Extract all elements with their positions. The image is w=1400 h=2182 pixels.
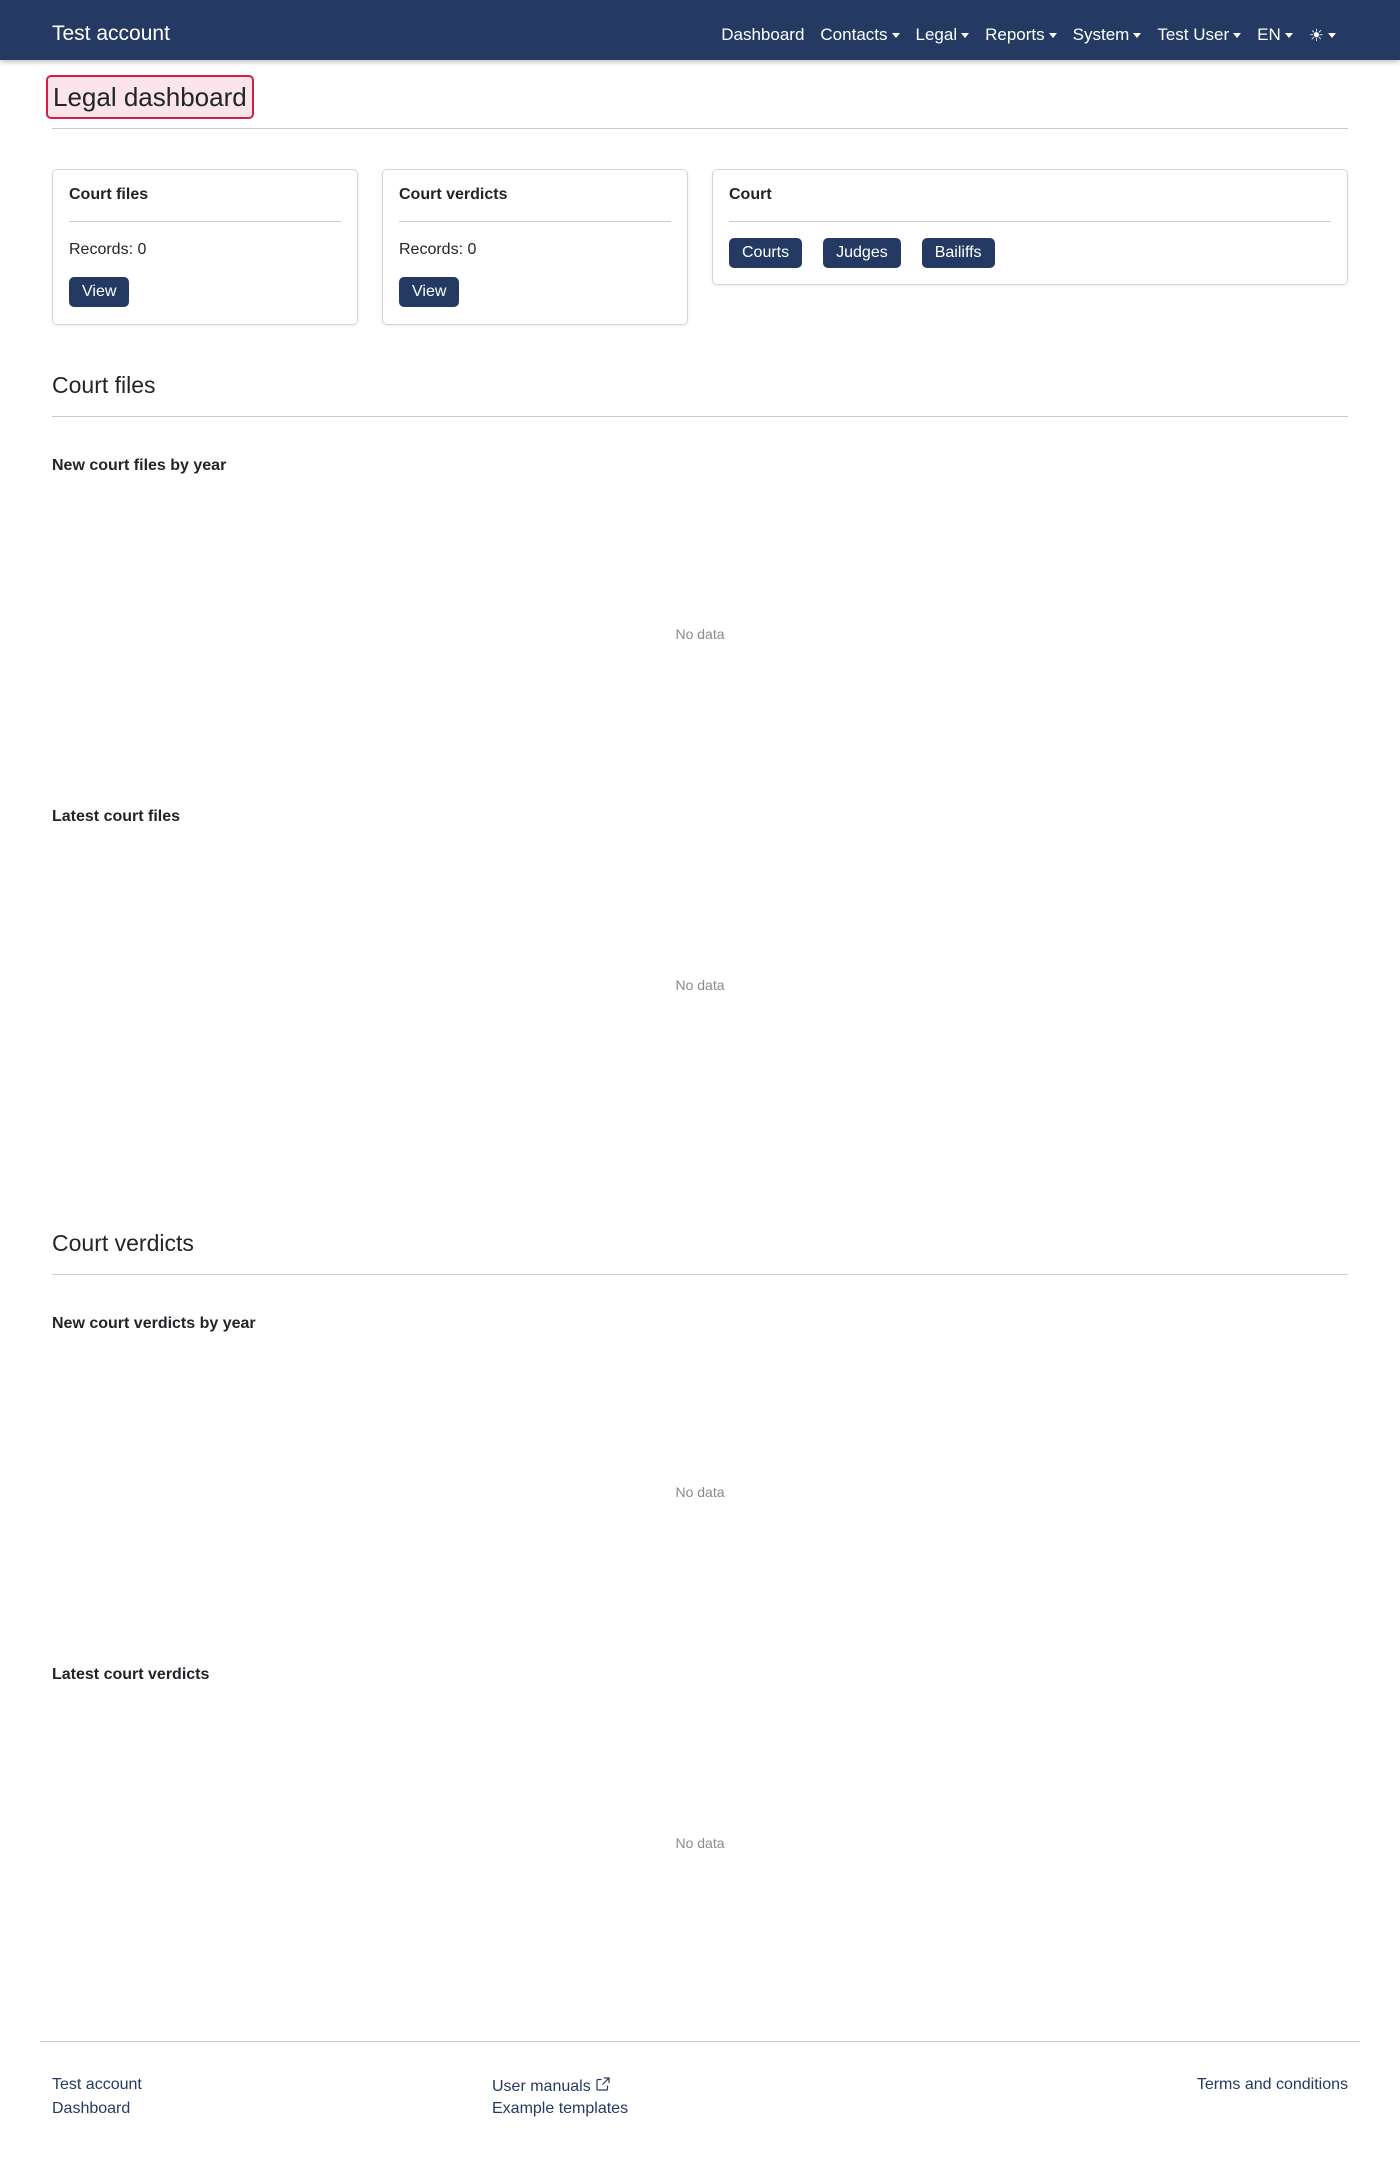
- nav-user-menu[interactable]: Test User: [1149, 25, 1249, 45]
- nav-system[interactable]: System: [1065, 25, 1150, 45]
- external-link-icon: [596, 2077, 610, 2091]
- page-title: Legal dashboard: [46, 75, 254, 119]
- top-navbar: Test account Dashboard Contacts Legal Re…: [0, 0, 1400, 60]
- footer-divider: [40, 2041, 1360, 2042]
- empty-list-message: No data: [675, 1835, 725, 1851]
- nav-theme-toggle[interactable]: ☀: [1301, 27, 1344, 44]
- records-count: Records: 0: [399, 241, 477, 258]
- nav-dashboard-label: Dashboard: [721, 25, 805, 44]
- section-title-court-files: Court files: [52, 372, 156, 398]
- user-manuals-label: User manuals: [492, 2078, 591, 2095]
- card-title: Court: [729, 186, 772, 203]
- divider: [399, 221, 671, 222]
- chevron-down-icon: [961, 32, 970, 38]
- card-court: Court Courts Judges Bailiffs: [712, 169, 1348, 285]
- main-nav: Dashboard Contacts Legal Reports System …: [713, 0, 1344, 70]
- divider: [69, 221, 341, 222]
- nav-legal-label: Legal: [915, 25, 958, 44]
- records-count: Records: 0: [69, 241, 147, 258]
- view-court-verdicts-button[interactable]: View: [399, 277, 460, 307]
- nav-contacts[interactable]: Contacts: [812, 25, 907, 45]
- court-links: Courts Judges Bailiffs: [729, 238, 995, 268]
- divider: [52, 128, 1348, 129]
- chevron-down-icon: [1133, 32, 1142, 38]
- chevron-down-icon: [1048, 32, 1057, 38]
- card-court-verdicts: Court verdicts Records: 0 View: [382, 169, 688, 325]
- nav-user-label: Test User: [1157, 25, 1230, 44]
- list-title-latest-court-verdicts: Latest court verdicts: [52, 1666, 210, 1683]
- section-title-court-verdicts: Court verdicts: [52, 1230, 194, 1256]
- nav-reports[interactable]: Reports: [977, 25, 1065, 45]
- list-title-latest-court-files: Latest court files: [52, 808, 181, 825]
- divider: [52, 416, 1348, 417]
- chevron-down-icon: [1233, 32, 1242, 38]
- chart-title-court-verdicts-by-year: New court verdicts by year: [52, 1315, 256, 1332]
- footer-terms-link[interactable]: Terms and conditions: [1197, 2076, 1348, 2094]
- card-title: Court verdicts: [399, 186, 508, 203]
- sun-icon: ☀: [1308, 25, 1324, 45]
- footer-example-templates-link[interactable]: Example templates: [492, 2100, 628, 2118]
- brand-link[interactable]: Test account: [52, 0, 170, 67]
- footer-account-link[interactable]: Test account: [52, 2076, 142, 2094]
- nav-language-label: EN: [1257, 25, 1281, 44]
- empty-list-message: No data: [675, 977, 725, 993]
- chevron-down-icon: [1328, 32, 1336, 38]
- judges-button[interactable]: Judges: [823, 238, 901, 268]
- nav-language[interactable]: EN: [1249, 25, 1301, 45]
- chevron-down-icon: [891, 32, 900, 38]
- footer-dashboard-link[interactable]: Dashboard: [52, 2100, 130, 2118]
- nav-reports-label: Reports: [985, 25, 1045, 44]
- view-court-files-button[interactable]: View: [69, 277, 130, 307]
- card-title: Court files: [69, 186, 149, 203]
- bailiffs-button[interactable]: Bailiffs: [921, 238, 995, 268]
- courts-button[interactable]: Courts: [729, 238, 803, 268]
- chevron-down-icon: [1284, 32, 1293, 38]
- footer-user-manuals-link[interactable]: User manuals: [492, 2076, 611, 2096]
- nav-dashboard[interactable]: Dashboard: [713, 25, 812, 45]
- empty-chart-message: No data: [675, 626, 725, 642]
- card-court-files: Court files Records: 0 View: [52, 169, 358, 325]
- divider: [52, 1274, 1348, 1275]
- chart-title-court-files-by-year: New court files by year: [52, 457, 227, 474]
- divider: [729, 221, 1331, 222]
- nav-legal[interactable]: Legal: [908, 25, 978, 45]
- empty-chart-message: No data: [675, 1484, 725, 1500]
- nav-contacts-label: Contacts: [820, 25, 888, 44]
- nav-system-label: System: [1072, 25, 1130, 44]
